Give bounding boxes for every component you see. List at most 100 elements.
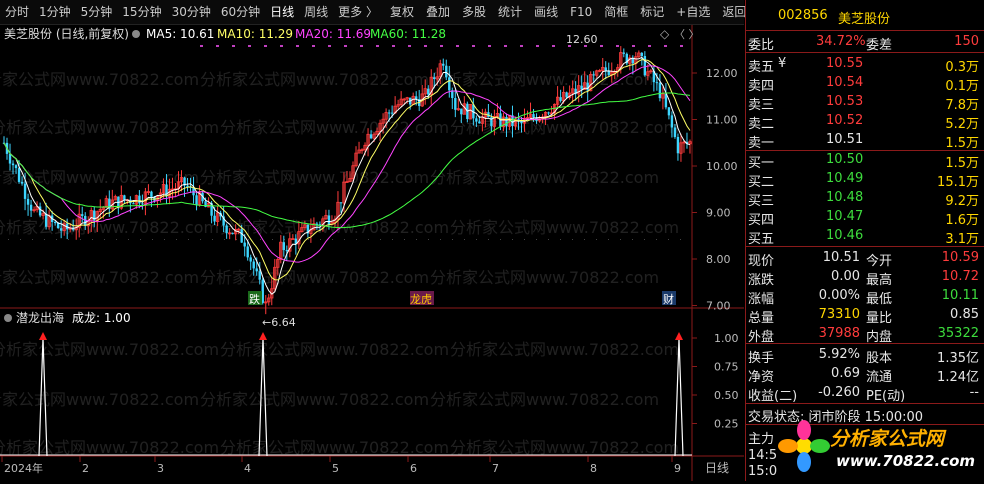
grid-dot xyxy=(456,45,459,47)
grid-dot xyxy=(344,239,345,240)
panel-divider xyxy=(746,30,984,31)
bid-row: 买二 10.49 15.1万 xyxy=(746,169,984,190)
interval-tab-5[interactable]: 60分钟 xyxy=(216,0,265,24)
ask-price: 10.55 xyxy=(826,56,864,71)
toolbar-action-3[interactable]: 统计 xyxy=(493,0,527,24)
candle-body xyxy=(427,88,430,95)
candle-body xyxy=(255,268,258,272)
interval-tab-1[interactable]: 1分钟 xyxy=(34,0,76,24)
toolbar-action-2[interactable]: 多股 xyxy=(457,0,491,24)
ytick-label: 10.00 xyxy=(706,160,738,173)
stat-value: 10.11 xyxy=(941,288,979,303)
candle-body xyxy=(8,153,12,164)
grid-dot xyxy=(376,45,379,47)
bid-row: 买三 10.48 9.2万 xyxy=(746,188,984,209)
grid-dot xyxy=(552,45,555,47)
candle-body xyxy=(225,225,228,234)
toolbar-action-7[interactable]: 标记 xyxy=(635,0,669,24)
grid-dot xyxy=(600,45,603,47)
grid-dot xyxy=(408,45,411,47)
interval-tab-6[interactable]: 日线 xyxy=(265,0,299,24)
flower-logo-icon xyxy=(778,420,830,472)
grid-dot xyxy=(140,239,141,240)
candle-body xyxy=(59,228,63,231)
stat-value: 37988 xyxy=(818,326,860,341)
grid-dot xyxy=(200,45,203,47)
xtick-label: 6 xyxy=(410,462,417,475)
candle-body xyxy=(29,204,33,211)
interval-tab-2[interactable]: 5分钟 xyxy=(76,0,118,24)
watermark-text: 分析家公式网www.70822.com xyxy=(430,268,659,287)
grid-dot xyxy=(360,45,363,47)
toolbar: 分时 1分钟 5分钟 15分钟 30分钟 60分钟 日线 周线 更多 〉复权 叠加 多股 统计 画线 F1… xyxy=(0,0,746,25)
stat-value: 10.72 xyxy=(941,269,979,284)
interval-tab-3[interactable]: 15分钟 xyxy=(117,0,166,24)
candle-body xyxy=(246,246,249,258)
toolbar-action-1[interactable]: 叠加 xyxy=(421,0,455,24)
candle-body xyxy=(285,250,289,252)
candle-body xyxy=(20,181,24,184)
ytick-label: 12.00 xyxy=(706,67,738,80)
candle-body xyxy=(84,215,87,226)
candle-body xyxy=(607,71,610,75)
bid-price: 10.48 xyxy=(826,190,864,205)
sub-settings-icon xyxy=(4,314,12,322)
stock-code: 002856 xyxy=(778,8,828,23)
grid-dot xyxy=(504,45,507,47)
candle-body xyxy=(505,116,508,127)
xtick-label: 2 xyxy=(82,462,89,475)
toolbar-action-5[interactable]: F10 xyxy=(565,0,597,24)
stat-value: 0.85 xyxy=(950,307,979,322)
grid-dot xyxy=(512,239,513,240)
stat-value: 10.59 xyxy=(941,250,979,265)
ask-volume: 1.5万 xyxy=(945,136,979,151)
grid-dot xyxy=(680,45,683,47)
stat2-value: 5.92% xyxy=(818,347,860,362)
grid-dot xyxy=(128,239,129,240)
ma5-label: MA5: 10.61 xyxy=(146,27,214,41)
grid-dot xyxy=(320,239,321,240)
grid-dot xyxy=(332,239,333,240)
ask-price: 10.54 xyxy=(826,75,864,90)
interval-tab-4[interactable]: 30分钟 xyxy=(167,0,216,24)
stat-row: 外盘 37988 内盘 35322 xyxy=(746,324,984,345)
bid-row: 买五 10.46 3.1万 xyxy=(746,226,984,247)
toolbar-action-0[interactable]: 复权 xyxy=(385,0,419,24)
grid-dot xyxy=(104,239,105,240)
interval-tab-7[interactable]: 周线 xyxy=(299,0,333,24)
logo-text: 分析家公式网 xyxy=(830,428,945,450)
grid-dot xyxy=(312,45,315,47)
grid-dot xyxy=(524,239,525,240)
grid-dot xyxy=(328,45,331,47)
grid-dot xyxy=(356,239,357,240)
grid-dot xyxy=(8,239,9,240)
interval-tab-0[interactable]: 分时 xyxy=(0,0,34,24)
toolbar-action-4[interactable]: 画线 xyxy=(529,0,563,24)
kline-chart[interactable]: 分析家公式网www.70822.com 分析家公式网www.70822.com 分析… xyxy=(0,25,744,481)
grid-dot xyxy=(248,45,251,47)
ytick-label: 9.00 xyxy=(706,207,731,220)
watermark-text: 分析家公式网www.70822.com xyxy=(220,118,449,137)
grid-dot xyxy=(296,45,299,47)
candle-body xyxy=(150,191,153,197)
toolbar-action-6[interactable]: 简框 xyxy=(599,0,633,24)
toolbar-action-8[interactable]: +自选 xyxy=(671,0,715,24)
watermark-text: 分析家公式网www.70822.com xyxy=(0,268,199,287)
candle-body xyxy=(460,108,463,115)
stat-row: 涨跌 0.00 最高 10.72 xyxy=(746,267,984,288)
stat2-value: 0.69 xyxy=(831,366,860,381)
grid-dot xyxy=(404,239,405,240)
stat-value: 35322 xyxy=(937,326,979,341)
candle-body xyxy=(26,198,30,205)
watermark-text: 分析家公式网www.70822.com xyxy=(0,438,219,457)
grid-dot xyxy=(68,239,69,240)
zhuli-label: 主力 xyxy=(748,432,775,447)
weibi-value: 34.72% xyxy=(816,34,866,49)
settings-dot-icon xyxy=(132,30,140,38)
signal-arrow-icon xyxy=(675,332,683,340)
grid-dot xyxy=(464,239,465,240)
interval-tab-8[interactable]: 更多 〉 xyxy=(333,0,383,24)
grid-dot xyxy=(584,239,585,240)
grid-dot xyxy=(632,239,633,240)
sub-ytick-label: 0.50 xyxy=(714,389,739,402)
